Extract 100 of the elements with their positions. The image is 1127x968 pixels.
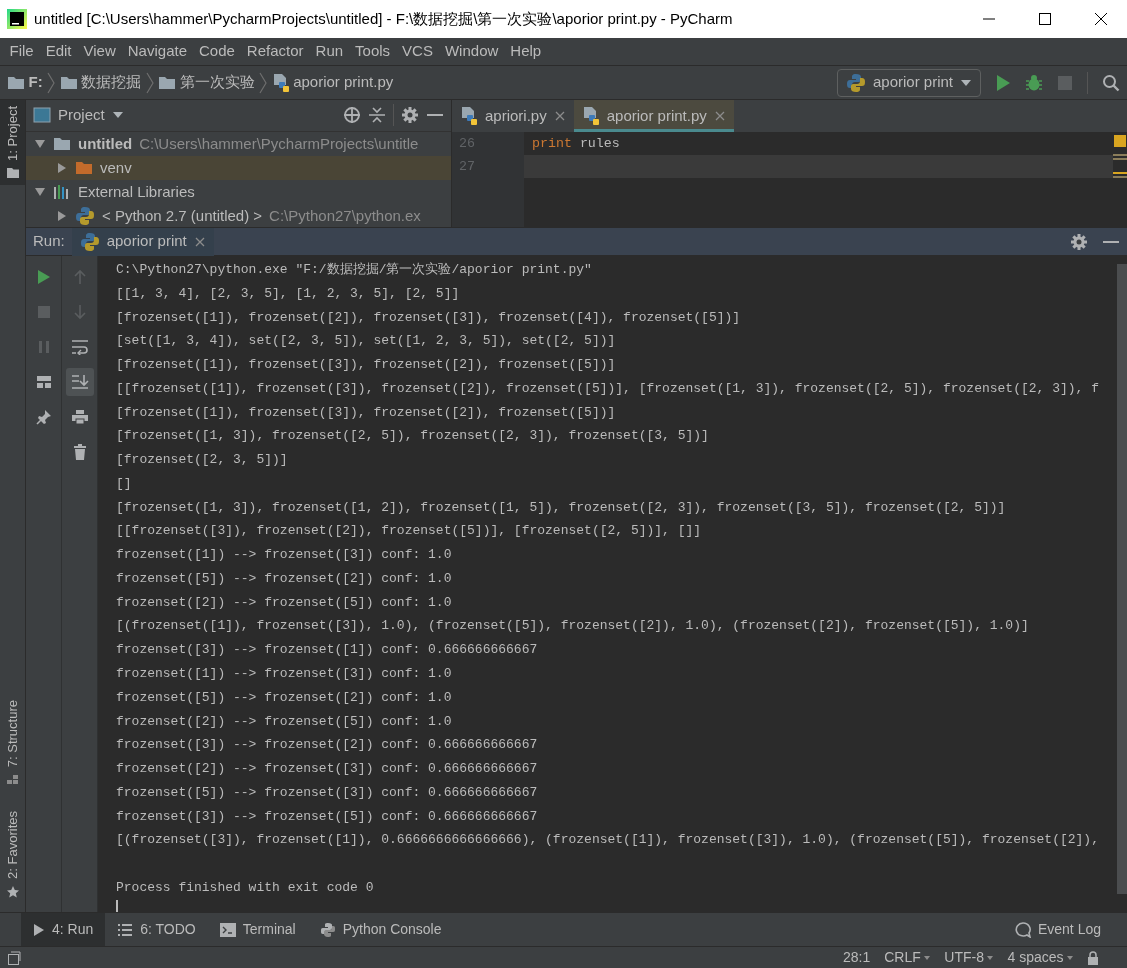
console-line: frozenset([3]) --> frozenset([1]) conf: 0.666666666667 — [116, 641, 539, 660]
caret-icon — [987, 955, 994, 960]
tree-row[interactable]: < Python 2.7 (untitled) > C:\Python27\python.ex — [26, 203, 451, 227]
list-icon — [117, 922, 134, 937]
console-line: [set([1, 3, 4]), set([2, 3, 5]), set([1, 2, 3, 5]), set([2, 5])] — [116, 332, 617, 351]
close-icon[interactable] — [1094, 12, 1108, 26]
python-icon — [75, 205, 95, 226]
console-line: frozenset([3]) --> frozenset([5]) conf: 0.666666666667 — [116, 807, 539, 826]
console-line: frozenset([5]) --> frozenset([3]) conf: 0.666666666667 — [116, 783, 539, 802]
console-line: frozenset([1]) --> frozenset([3]) conf: 1.0 — [116, 665, 453, 683]
console-line: frozenset([3]) --> frozenset([2]) conf: 0.666666666667 — [116, 736, 539, 755]
play-icon — [33, 922, 45, 937]
collapsed-arrow-icon[interactable] — [56, 161, 68, 174]
tool-window-tab[interactable]: 7: Structure — [2, 693, 23, 774]
folder-icon — [53, 136, 71, 152]
bug-icon[interactable] — [1025, 73, 1043, 92]
folder-icon — [59, 75, 78, 90]
tree-row[interactable]: External Libraries — [26, 179, 451, 204]
console-line: [] — [116, 474, 133, 493]
console-line: [frozenset([1]), frozenset([3]), frozenset([2]), frozenset([5])] — [116, 403, 617, 422]
caret-icon — [111, 111, 124, 120]
run-tab[interactable]: aporior print — [71, 227, 214, 256]
vertical-scrollbar[interactable] — [1117, 264, 1127, 894]
menu-item[interactable]: VCS — [396, 40, 439, 63]
menu-item[interactable]: Code — [193, 40, 241, 63]
folder-icon — [5, 166, 20, 179]
menu-item[interactable]: Help — [504, 40, 548, 63]
editor-tab[interactable]: aporior print.py — [573, 100, 734, 132]
folder-icon — [7, 75, 25, 90]
terminal-icon — [219, 922, 236, 937]
tool-window-tab[interactable]: 2: Favorites — [2, 805, 23, 885]
console-line: frozenset([5]) --> frozenset([2]) conf: 1.0 — [116, 569, 453, 588]
settings-icon[interactable] — [1070, 232, 1088, 251]
status-item[interactable]: UTF-8 — [944, 947, 984, 968]
search-icon[interactable] — [1102, 73, 1120, 92]
console-line: [[frozenset([1]), frozenset([3]), frozenset([2]), frozenset([5])], [frozenset([1, 3]), frozenset([2, 5]), frozenset([2, 3]), f — [116, 379, 1100, 398]
trash-icon[interactable] — [72, 444, 87, 460]
status-item[interactable]: 4 spaces — [1007, 947, 1064, 968]
breadcrumb-item[interactable]: 第一次实验 — [179, 71, 255, 94]
folder-icon — [75, 160, 93, 176]
speech-bubble-icon — [1014, 921, 1031, 938]
expanded-arrow-icon[interactable] — [34, 185, 46, 198]
tree-row[interactable]: venv — [26, 155, 451, 180]
run-configuration-dropdown[interactable]: aporior print — [836, 68, 981, 97]
crosshair-icon[interactable] — [343, 106, 361, 125]
menu-item[interactable]: Refactor — [240, 40, 310, 63]
editor-tab[interactable]: apriori.py — [452, 100, 574, 132]
chevron-icon — [46, 71, 57, 94]
python-icon — [845, 72, 866, 93]
status-item[interactable]: CRLF — [884, 947, 921, 968]
python-file-icon — [460, 106, 478, 126]
breadcrumb-item[interactable]: 数据挖掘 — [81, 71, 142, 94]
python-icon — [319, 921, 336, 938]
menu-item[interactable]: Window — [438, 40, 505, 63]
panel-title: Run: — [32, 231, 66, 252]
tool-window-tab[interactable]: Python Console — [307, 912, 454, 947]
app-icon — [7, 9, 27, 29]
menu-item[interactable]: View — [77, 40, 122, 63]
console-line: Process finished with exit code 0 — [116, 878, 375, 897]
console-line: [frozenset([1]), frozenset([2]), frozenset([3]), frozenset([4]), frozenset([5])] — [116, 308, 742, 327]
tree-row[interactable]: untitled C:\Users\hammer\PycharmProjects\untitle — [26, 131, 451, 156]
menu-item[interactable]: Run — [309, 40, 350, 63]
expanded-arrow-icon[interactable] — [34, 137, 46, 150]
run-icon[interactable] — [995, 73, 1011, 92]
tool-window-tab[interactable]: 4: Run — [21, 912, 106, 947]
soft-wrap-icon[interactable] — [70, 339, 89, 355]
python-icon — [79, 231, 100, 252]
tool-window-tab[interactable]: Terminal — [207, 912, 308, 947]
console-line: [frozenset([1, 3]), frozenset([2, 5]), frozenset([2, 3]), frozenset([3, 5])] — [116, 427, 710, 446]
star-icon — [5, 885, 20, 899]
scroll-to-end-button[interactable] — [65, 368, 94, 396]
menu-item[interactable]: Tools — [349, 40, 397, 63]
layout-icon[interactable] — [35, 375, 52, 389]
chevron-icon — [144, 71, 155, 94]
project-view-dropdown[interactable]: Project — [58, 104, 124, 127]
breadcrumb-item[interactable]: aporior print.py — [293, 71, 394, 94]
folder-icon — [158, 75, 177, 90]
status-item[interactable]: 28:1 — [842, 947, 871, 968]
menu-item[interactable]: File — [3, 40, 40, 63]
window-title: untitled [C:\Users\hammer\PycharmProjects\untitled] - F:\数据挖掘\第一次实验\aporior print.py - PyCharm — [34, 8, 734, 29]
event-log-button[interactable]: Event Log — [1002, 912, 1113, 947]
maximize-window-icon[interactable] — [1038, 12, 1052, 26]
breadcrumb-item[interactable]: F: — [28, 71, 43, 94]
pin-icon[interactable] — [35, 409, 52, 425]
menu-item[interactable]: Navigate — [121, 40, 193, 63]
collapsed-arrow-icon[interactable] — [56, 209, 68, 222]
tool-window-tab[interactable]: 6: TODO — [105, 912, 208, 947]
chevron-icon — [258, 71, 269, 94]
printer-icon[interactable] — [70, 409, 89, 425]
console-line: [(frozenset([1]), frozenset([3]), 1.0), (frozenset([5]), frozenset([2]), 1.0), (frozenset([2]), frozenset([5]), 1.0)] — [116, 617, 1030, 636]
console-line: [frozenset([1]), frozenset([3]), frozenset([2]), frozenset([5])] — [116, 356, 617, 375]
console-line: frozenset([2]) --> frozenset([5]) conf: 1.0 — [116, 712, 453, 731]
settings-icon[interactable] — [401, 106, 419, 125]
collapse-all-icon[interactable] — [368, 106, 386, 125]
run-icon[interactable] — [36, 269, 51, 285]
lock-icon[interactable] — [1087, 950, 1099, 965]
scroll-to-end-icon[interactable] — [70, 374, 89, 390]
menu-item[interactable]: Edit — [39, 40, 78, 63]
console-line: [[frozenset([3]), frozenset([2]), frozenset([5])], [frozenset([2, 5])], []] — [116, 522, 703, 541]
panel-toggle-icon[interactable] — [7, 950, 21, 965]
